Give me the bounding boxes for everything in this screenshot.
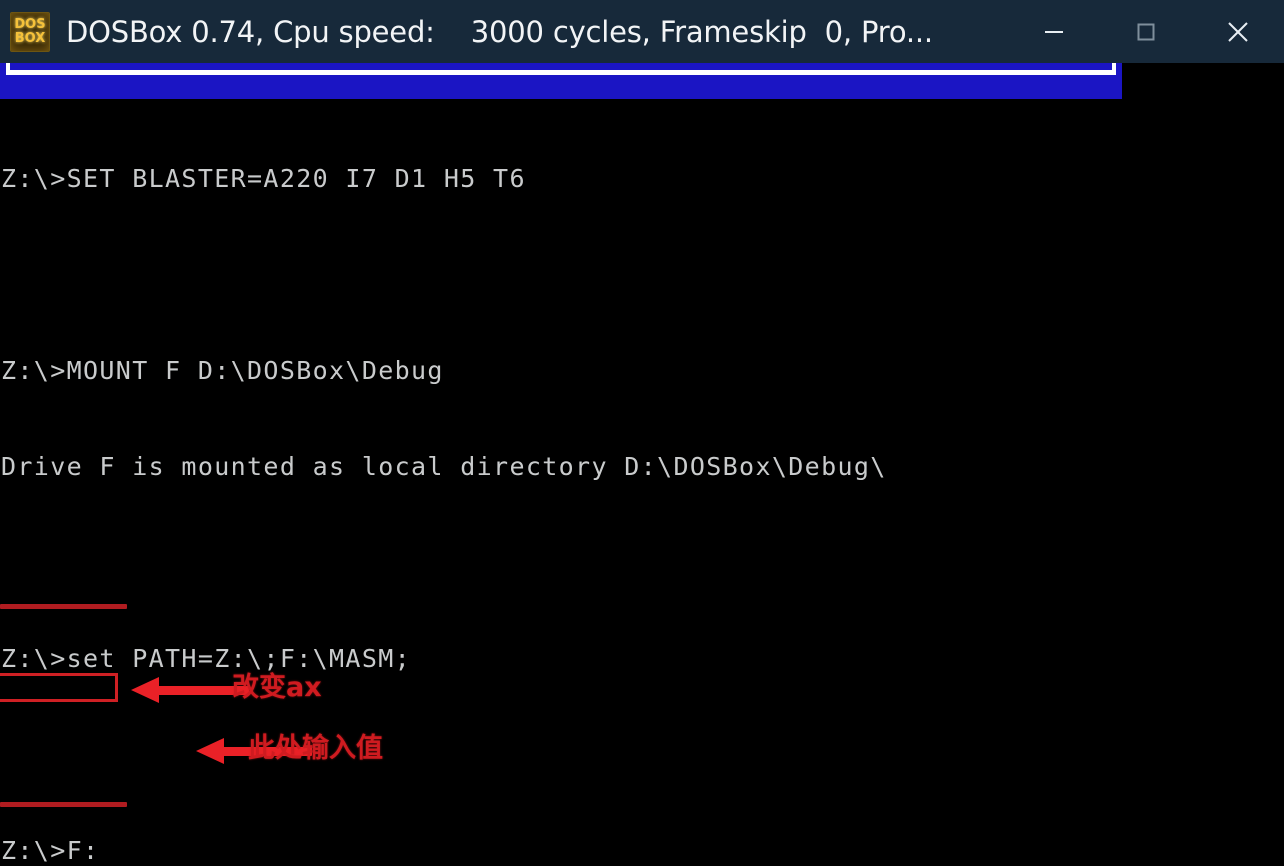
underline-ax-initial (0, 604, 127, 609)
annotation-enter-value: 此处输入值 (248, 733, 383, 764)
terminal-line: Z:\>MOUNT F D:\DOSBox\Debug (1, 356, 444, 385)
terminal-text: Z:\>SET BLASTER=A220 I7 D1 H5 T6 Z:\>MOU… (0, 99, 1284, 866)
scrolled-blue-banner (0, 63, 1122, 99)
dosbox-icon-line-2: BOX (14, 30, 46, 46)
blue-banner-border (6, 63, 1116, 75)
maximize-button[interactable] (1100, 0, 1192, 63)
dos-terminal[interactable]: Z:\>SET BLASTER=A220 I7 D1 H5 T6 Z:\>MOU… (0, 63, 1284, 866)
terminal-line: Z:\>F: (1, 836, 100, 865)
underline-ax-modified (0, 802, 127, 807)
dosbox-icon-line-1: DOS (14, 16, 46, 32)
terminal-line: Z:\>SET BLASTER=A220 I7 D1 H5 T6 (1, 164, 526, 193)
minimize-button[interactable] (1008, 0, 1100, 63)
window-titlebar: DOS BOX DOSBox 0.74, Cpu speed: 3000 cyc… (0, 0, 1284, 63)
window-title: DOSBox 0.74, Cpu speed: 3000 cycles, Fra… (66, 14, 933, 49)
highlight-box-r-ax (0, 673, 118, 702)
annotation-change-ax: 改变ax (232, 672, 322, 703)
terminal-line: Z:\>set PATH=Z:\;F:\MASM; (1, 644, 412, 673)
dosbox-icon: DOS BOX (10, 11, 50, 52)
dosbox-window: DOS BOX DOSBox 0.74, Cpu speed: 3000 cyc… (0, 0, 1284, 866)
window-controls (1008, 0, 1284, 63)
terminal-line: Drive F is mounted as local directory D:… (1, 452, 887, 481)
close-button[interactable] (1192, 0, 1284, 63)
